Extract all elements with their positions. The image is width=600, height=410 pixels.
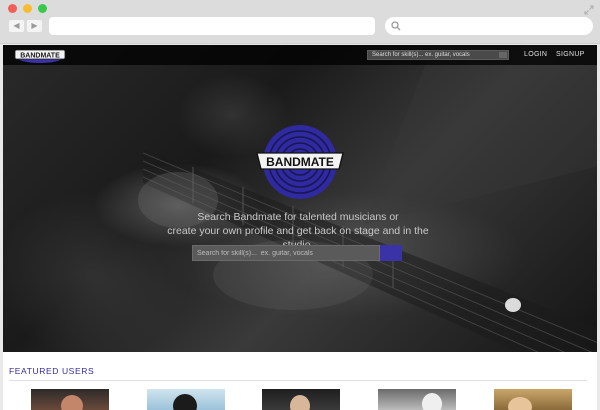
featured-users-title: FEATURED USERS (9, 366, 95, 376)
minimize-window-button[interactable] (23, 4, 32, 13)
user-photo (508, 397, 532, 410)
navbar-search-placeholder: Search for skill(s)... ex. guitar, vocal… (372, 52, 470, 58)
forward-button[interactable]: ▶ (27, 20, 42, 32)
back-arrow-icon: ◀ (13, 21, 20, 30)
user-photo (290, 395, 310, 410)
back-button[interactable]: ◀ (9, 20, 24, 32)
user-photo (422, 393, 442, 410)
tagline-line-1: Search Bandmate for talented musicians o… (197, 211, 399, 223)
login-link[interactable]: LOGIN (524, 50, 547, 60)
user-photo (173, 394, 197, 410)
site-navbar: BANDMATE Search for skill(s)... ex. guit… (3, 45, 597, 65)
search-icon (391, 21, 401, 31)
browser-chrome: ◀ ▶ (0, 0, 600, 44)
brand-logo[interactable]: BANDMATE (13, 48, 67, 63)
hero-search-input[interactable] (192, 245, 380, 261)
featured-users-section: FEATURED USERS (3, 352, 597, 410)
hero-section: BANDMATE Search for skill(s)... ex. guit… (3, 45, 597, 352)
hero-logo: BANDMATE (256, 125, 344, 199)
navbar-search-input[interactable]: Search for skill(s)... ex. guitar, vocal… (367, 50, 509, 60)
hero-logo-text: BANDMATE (266, 155, 334, 169)
section-divider (9, 380, 587, 381)
forward-arrow-icon: ▶ (31, 21, 38, 30)
address-bar[interactable] (49, 17, 375, 35)
featured-user-card[interactable] (378, 389, 456, 410)
website-viewport: BANDMATE Search for skill(s)... ex. guit… (3, 45, 597, 410)
user-photo (61, 395, 83, 410)
hero-search-button[interactable] (380, 245, 402, 261)
hero-search (192, 245, 402, 261)
brand-name: BANDMATE (20, 52, 60, 59)
featured-user-card[interactable] (494, 389, 572, 410)
featured-user-card[interactable] (262, 389, 340, 410)
navbar-search-button[interactable] (499, 52, 507, 58)
featured-user-card[interactable] (31, 389, 109, 410)
browser-search-bar[interactable] (385, 17, 593, 35)
signup-link[interactable]: SIGNUP (556, 50, 585, 60)
featured-user-card[interactable] (147, 389, 225, 410)
close-window-button[interactable] (8, 4, 17, 13)
fullscreen-icon[interactable] (584, 5, 594, 15)
maximize-window-button[interactable] (38, 4, 47, 13)
